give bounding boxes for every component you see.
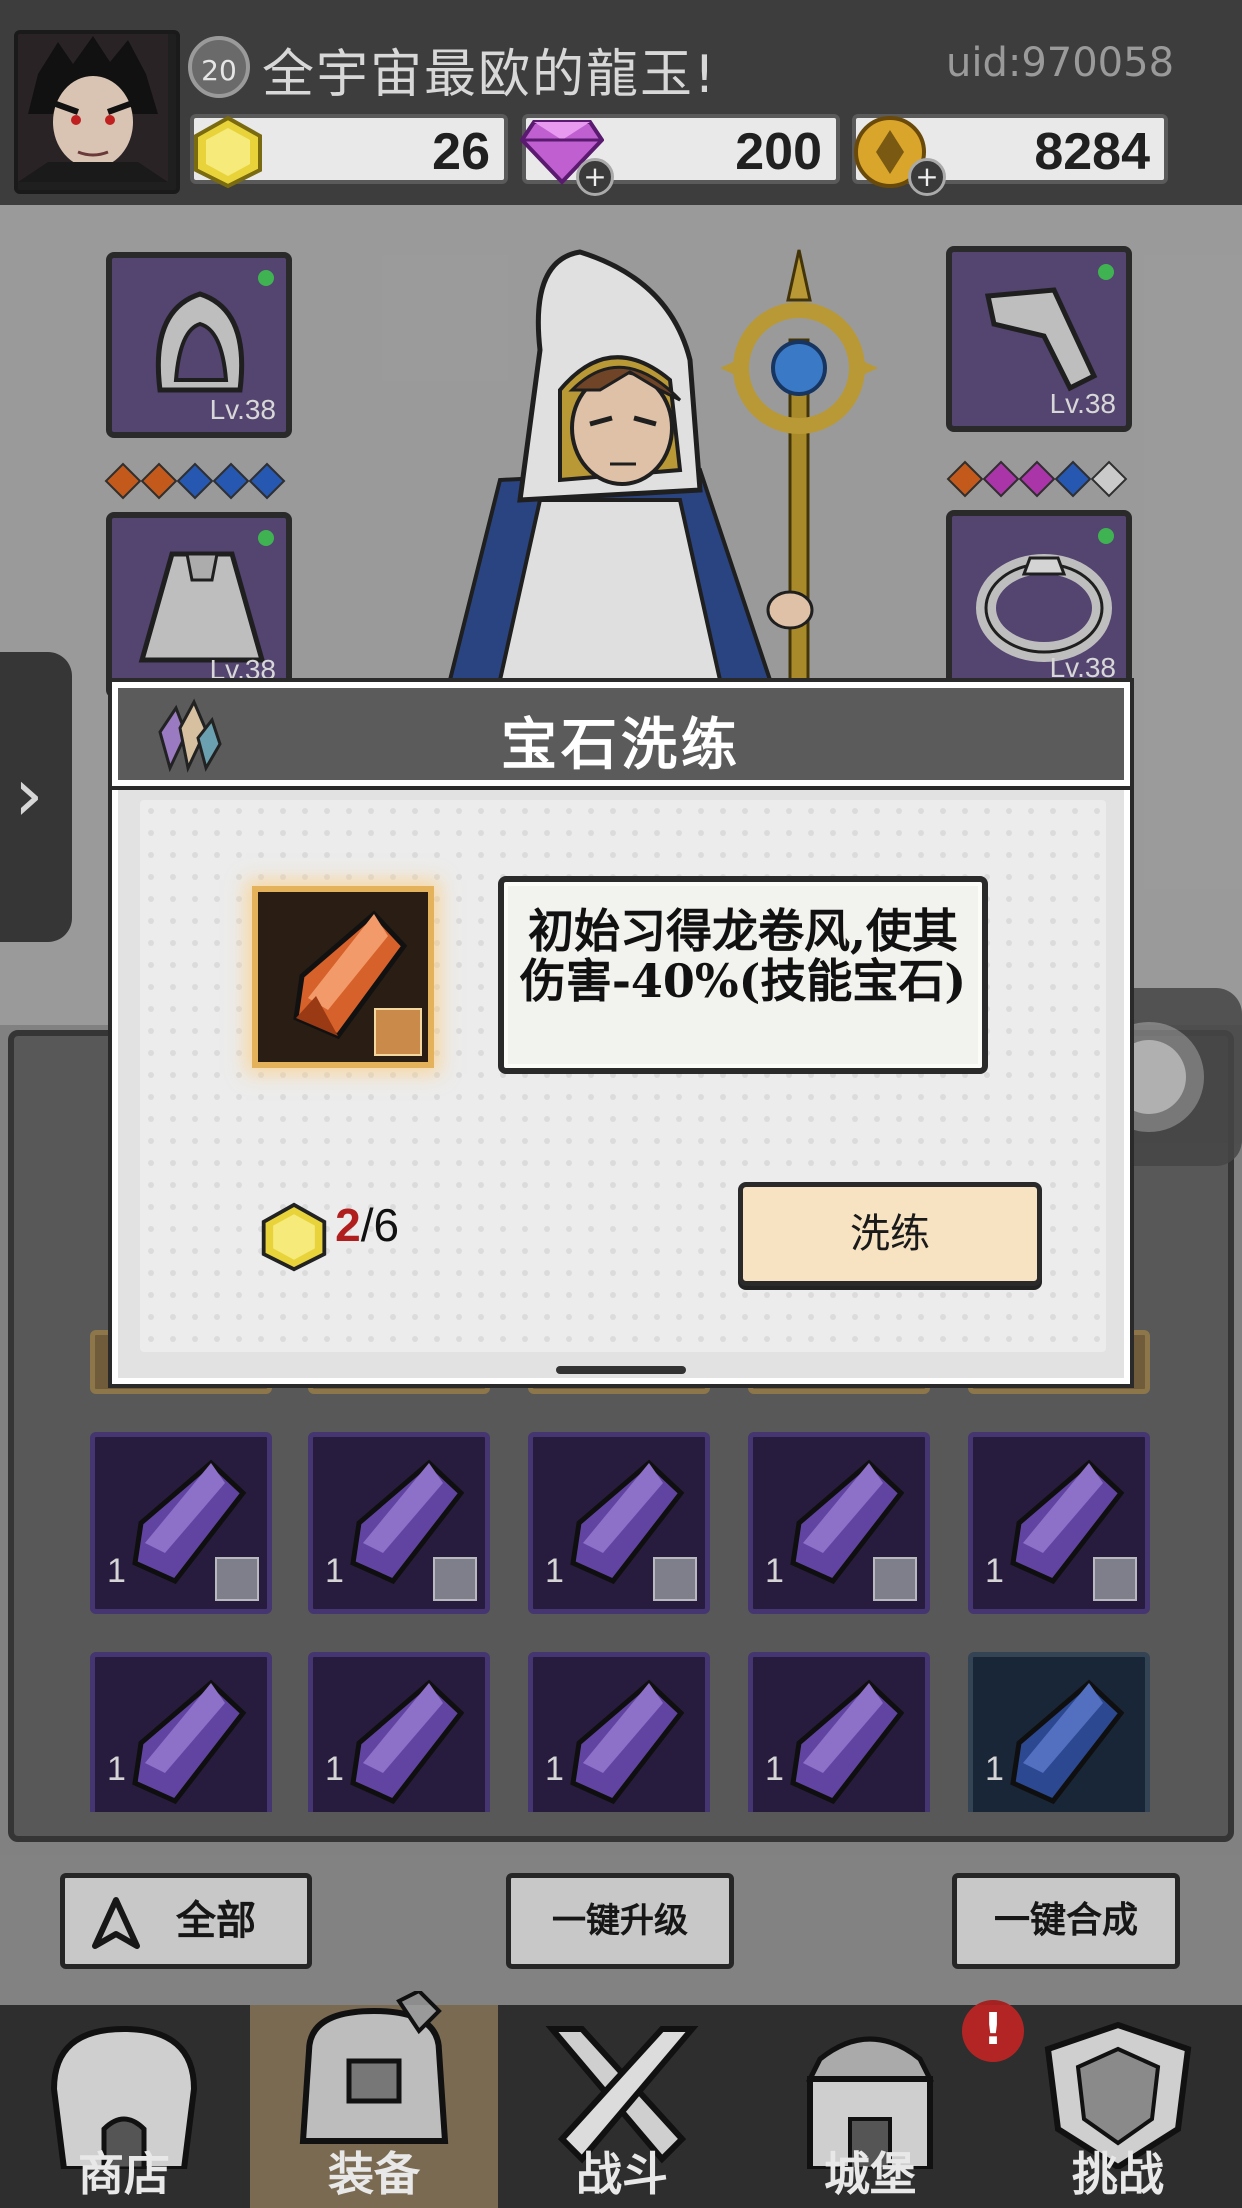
dialog-title: 宝石洗练 [501,713,741,778]
diamond-count: 200 [735,123,822,181]
gem-shard-count: 26 [432,123,490,181]
nav-battle[interactable]: 战斗 [498,2005,746,2208]
nav-equipment[interactable]: 装备 [250,1991,498,2208]
selected-gem-slot[interactable] [252,886,434,1068]
gem-effect-description-box: 初始习得龙卷风,使其伤害-40%(技能宝石) [498,876,988,1074]
nav-challenge[interactable]: 挑战 [994,2005,1242,2208]
dialog-bottom-handle [556,1366,686,1374]
backpack-icon [299,1991,449,2144]
add-diamond-button[interactable]: + [576,158,614,196]
nav-label: 城堡 [824,2147,916,2201]
resource-diamond: + 200 [519,114,840,196]
cost-owned: 2 [335,1199,361,1251]
player-uid: uid:970058 [946,40,1175,86]
refine-button[interactable]: 洗练 [738,1182,1042,1286]
skill-gem-type-icon [374,1008,422,1056]
gold-count: 8284 [1034,123,1150,181]
nav-label: 战斗 [576,2147,668,2201]
gem-effect-description: 初始习得龙卷风,使其伤害-40%(技能宝石) [519,904,967,1008]
gem-shard-icon [261,1202,327,1271]
player-level-badge: 20 [188,36,250,98]
dialog-title-bar: 宝石洗练 [112,682,1130,786]
nav-label: 挑战 [1072,2147,1164,2201]
resource-gem-shard: 26 [190,114,508,189]
player-name: 全宇宙最欧的龍玉! [262,45,717,105]
player-avatar[interactable] [14,30,180,194]
nav-label: 装备 [328,2147,420,2201]
nav-castle[interactable]: 城堡 [746,2005,994,2208]
cost-required: /6 [360,1199,400,1251]
gem-shard-icon [190,114,266,194]
refine-cost: 2/6 [258,1198,399,1273]
nav-shop[interactable]: 商店 [0,2005,248,2208]
nav-label: 商店 [78,2147,170,2201]
resource-gold: + 8284 [852,114,1168,196]
add-gold-button[interactable]: + [908,158,946,196]
